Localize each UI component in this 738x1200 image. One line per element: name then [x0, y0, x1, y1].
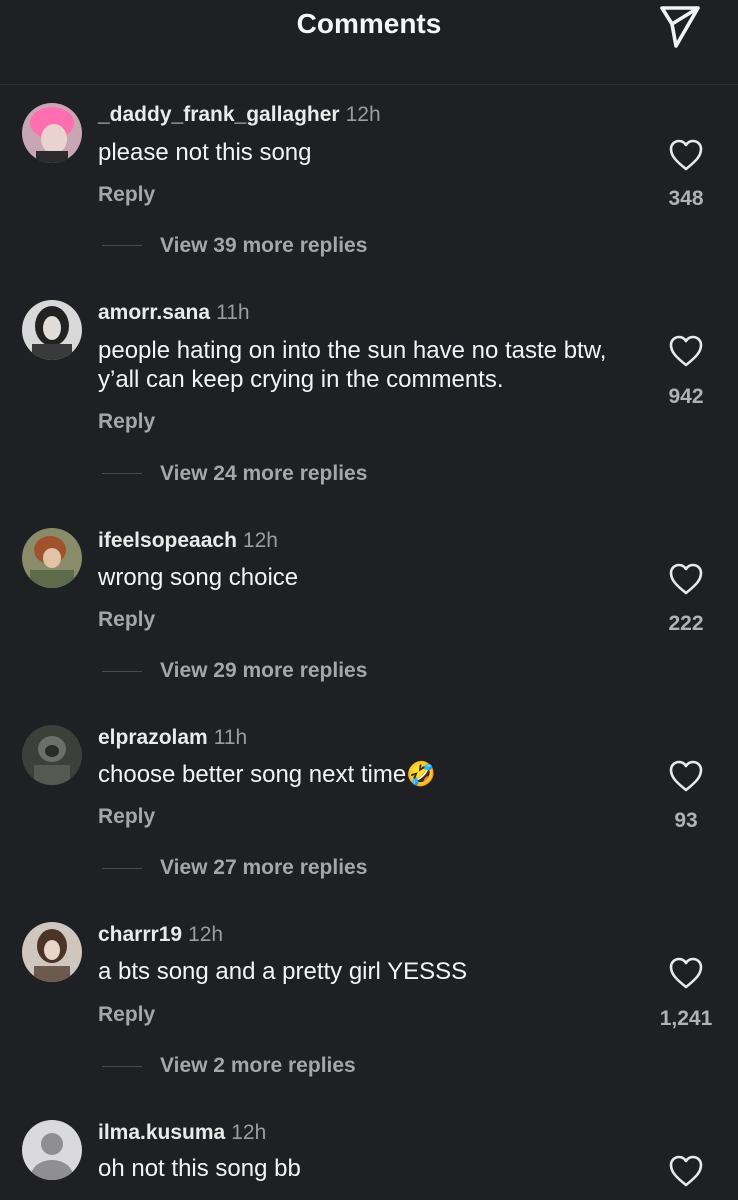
- reply-button[interactable]: Reply: [98, 803, 155, 831]
- comment-username[interactable]: elprazolam: [98, 726, 208, 749]
- default-avatar-icon: [22, 1120, 82, 1180]
- avatar[interactable]: [22, 300, 82, 360]
- comment-time: 12h: [231, 1121, 267, 1144]
- avatar[interactable]: [22, 103, 82, 163]
- like-button[interactable]: [668, 956, 704, 990]
- view-more-replies[interactable]: View 24 more replies: [160, 460, 367, 488]
- divider: [102, 473, 142, 474]
- view-more-replies[interactable]: View 27 more replies: [160, 854, 367, 882]
- like-count: 348: [668, 187, 704, 210]
- share-button[interactable]: [656, 2, 704, 50]
- comment-text: choose better song next time🤣: [98, 760, 638, 789]
- page-title: Comments: [296, 8, 442, 39]
- divider: [102, 868, 142, 869]
- divider: [102, 245, 142, 246]
- like-count: 93: [674, 809, 698, 832]
- like-button[interactable]: [668, 138, 704, 172]
- like-count: 222: [668, 612, 704, 635]
- like-button[interactable]: [668, 562, 704, 596]
- view-more-replies[interactable]: View 2 more replies: [160, 1052, 356, 1080]
- heart-icon: [669, 957, 703, 989]
- comment-username[interactable]: amorr.sana: [98, 301, 210, 324]
- comment-username[interactable]: ifeelsopeaach: [98, 529, 237, 552]
- avatar[interactable]: [22, 1120, 82, 1180]
- send-icon: [660, 6, 700, 48]
- comment-username[interactable]: charrr19: [98, 923, 182, 946]
- heart-icon: [669, 139, 703, 171]
- comment-time: 11h: [216, 301, 250, 324]
- comment-text: oh not this song bb: [98, 1155, 301, 1182]
- avatar[interactable]: [22, 528, 82, 588]
- comment-username[interactable]: ilma.kusuma: [98, 1121, 225, 1144]
- reply-button[interactable]: Reply: [98, 408, 155, 436]
- heart-icon: [669, 760, 703, 792]
- divider: [102, 671, 142, 672]
- rofl-emoji: 🤣: [406, 761, 437, 788]
- comment-text: wrong song choice: [98, 564, 299, 591]
- comment-text: please not this song: [98, 139, 312, 166]
- like-button[interactable]: [668, 334, 704, 368]
- heart-icon: [669, 563, 703, 595]
- heart-icon: [669, 1155, 703, 1187]
- reply-button[interactable]: Reply: [98, 1001, 155, 1029]
- heart-icon: [669, 335, 703, 367]
- comments-header: Comments: [0, 0, 738, 85]
- divider: [102, 1066, 142, 1067]
- reply-button[interactable]: Reply: [98, 181, 155, 209]
- view-more-replies[interactable]: View 29 more replies: [160, 657, 367, 685]
- comment-time: 11h: [213, 726, 248, 749]
- like-count: 1,241: [659, 1007, 713, 1030]
- comment-text: people hating on into the sun have no ta…: [98, 337, 607, 393]
- view-more-replies[interactable]: View 39 more replies: [160, 232, 367, 260]
- comment-time: 12h: [345, 103, 381, 126]
- like-button[interactable]: [668, 1154, 704, 1188]
- comment-time: 12h: [242, 529, 278, 552]
- comment-username[interactable]: _daddy_frank_gallagher: [98, 103, 340, 126]
- reply-button[interactable]: Reply: [98, 606, 155, 634]
- avatar[interactable]: [22, 922, 82, 982]
- like-count: 942: [668, 385, 704, 408]
- like-button[interactable]: [668, 759, 704, 793]
- comment-text-body: choose better song next time: [98, 761, 407, 788]
- comment-text: a bts song and a pretty girl YESSS: [98, 958, 468, 985]
- comment-time: 12h: [188, 923, 224, 946]
- avatar[interactable]: [22, 725, 82, 785]
